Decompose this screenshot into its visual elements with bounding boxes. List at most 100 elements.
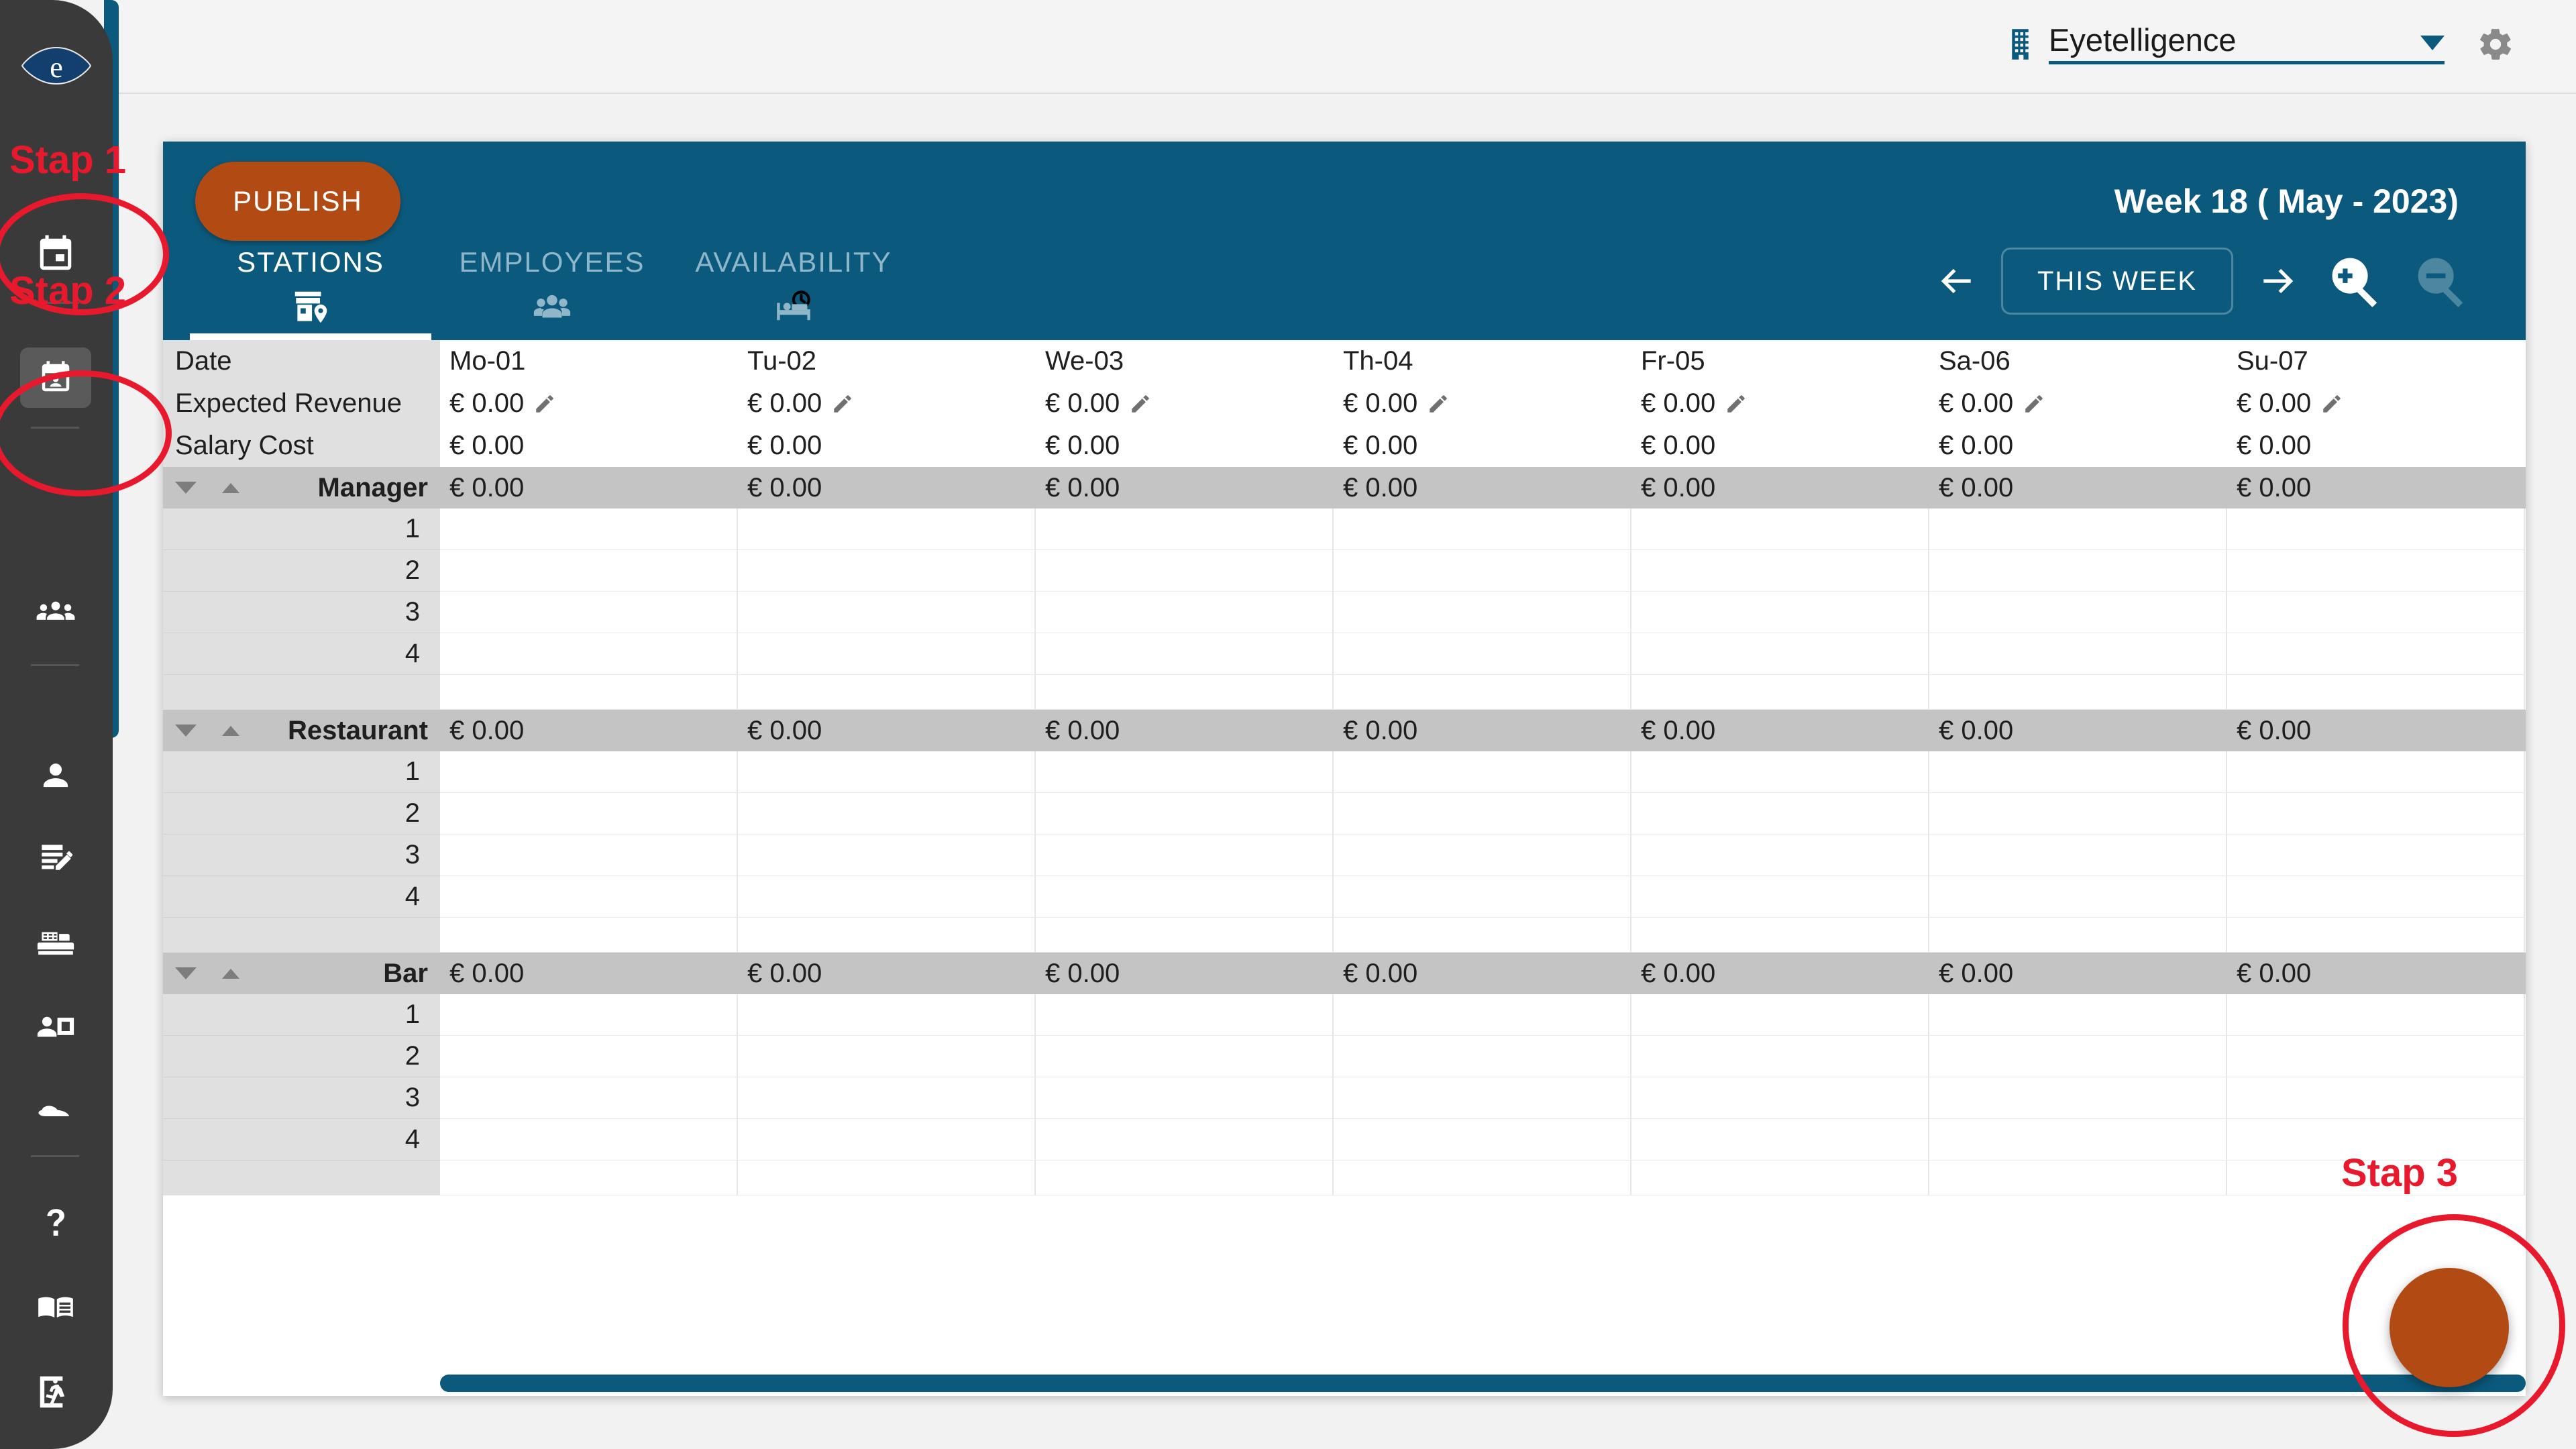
shift-cell[interactable] — [1631, 592, 1929, 633]
shift-cell[interactable] — [440, 835, 738, 876]
gear-icon[interactable] — [2477, 25, 2514, 63]
sidebar-item-help[interactable] — [12, 1187, 99, 1261]
shift-cell[interactable] — [440, 633, 738, 675]
shift-cell[interactable] — [738, 835, 1036, 876]
expected-revenue-cell[interactable]: € 0.00 — [1036, 382, 1334, 425]
zoom-in-button[interactable] — [2322, 248, 2389, 315]
shift-cell[interactable] — [1036, 994, 1334, 1036]
shift-cell[interactable] — [738, 550, 1036, 592]
pencil-icon[interactable] — [1427, 392, 1450, 415]
expected-revenue-cell[interactable]: € 0.00 — [440, 382, 738, 425]
shift-cell[interactable] — [738, 751, 1036, 793]
triangle-up-icon[interactable] — [222, 968, 239, 979]
shift-cell[interactable] — [2227, 835, 2525, 876]
shift-cell[interactable] — [1929, 550, 2227, 592]
shift-cell[interactable] — [1334, 592, 1631, 633]
slot-row[interactable]: 4 — [163, 1119, 2526, 1161]
sidebar-item-pos[interactable] — [12, 906, 99, 979]
expected-revenue-cell[interactable]: € 0.00 — [1334, 382, 1631, 425]
shift-cell[interactable] — [2227, 751, 2525, 793]
shift-cell[interactable] — [1334, 751, 1631, 793]
shift-cell[interactable] — [440, 876, 738, 918]
slot-row[interactable]: 3 — [163, 835, 2526, 876]
shift-cell[interactable] — [1631, 1036, 1929, 1077]
group-header-row[interactable]: Restaurant € 0.00 € 0.00 € 0.00 € 0.00 €… — [163, 710, 2526, 751]
shift-cell[interactable] — [2227, 876, 2525, 918]
shift-cell[interactable] — [1929, 1077, 2227, 1119]
shift-cell[interactable] — [440, 793, 738, 835]
shift-cell[interactable] — [1334, 633, 1631, 675]
pencil-icon[interactable] — [831, 392, 854, 415]
shift-cell[interactable] — [1036, 876, 1334, 918]
shift-cell[interactable] — [1631, 751, 1929, 793]
shift-cell[interactable] — [1036, 550, 1334, 592]
pencil-icon[interactable] — [533, 392, 556, 415]
tab-employees[interactable]: EMPLOYEES — [431, 246, 673, 340]
shift-cell[interactable] — [738, 592, 1036, 633]
shift-cell[interactable] — [1631, 876, 1929, 918]
shift-cell[interactable] — [1036, 1077, 1334, 1119]
horizontal-scrollbar-track[interactable] — [440, 1375, 2526, 1392]
shift-cell[interactable] — [1036, 1036, 1334, 1077]
shift-cell[interactable] — [2227, 508, 2525, 550]
shift-cell[interactable] — [1631, 1077, 1929, 1119]
shift-cell[interactable] — [1036, 592, 1334, 633]
slot-row[interactable]: 1 — [163, 508, 2526, 550]
shift-cell[interactable] — [1036, 633, 1334, 675]
shift-cell[interactable] — [1929, 633, 2227, 675]
shift-cell[interactable] — [1334, 1077, 1631, 1119]
pencil-icon[interactable] — [2320, 392, 2343, 415]
shift-cell[interactable] — [1334, 550, 1631, 592]
shift-cell[interactable] — [738, 994, 1036, 1036]
publish-button[interactable]: PUBLISH — [195, 162, 400, 241]
slot-row[interactable]: 2 — [163, 550, 2526, 592]
next-week-button[interactable] — [2252, 256, 2303, 307]
expected-revenue-cell[interactable]: € 0.00 — [1929, 382, 2227, 425]
pencil-icon[interactable] — [1725, 392, 1748, 415]
sidebar-item-logout[interactable] — [12, 1355, 99, 1429]
shift-cell[interactable] — [440, 508, 738, 550]
shift-cell[interactable] — [738, 1119, 1036, 1161]
shift-cell[interactable] — [738, 793, 1036, 835]
sidebar-item-documents[interactable] — [12, 822, 99, 896]
shift-cell[interactable] — [1334, 508, 1631, 550]
expected-revenue-cell[interactable]: € 0.00 — [2227, 382, 2525, 425]
triangle-down-icon[interactable] — [175, 724, 197, 737]
shift-cell[interactable] — [2227, 994, 2525, 1036]
slot-row[interactable]: 1 — [163, 994, 2526, 1036]
shift-cell[interactable] — [2227, 592, 2525, 633]
slot-row[interactable]: 4 — [163, 876, 2526, 918]
tab-stations[interactable]: STATIONS — [190, 246, 431, 340]
shift-cell[interactable] — [738, 876, 1036, 918]
shift-cell[interactable] — [2227, 550, 2525, 592]
sidebar-item-profile[interactable] — [12, 738, 99, 812]
shift-cell[interactable] — [1334, 876, 1631, 918]
app-logo[interactable]: e — [0, 42, 113, 90]
shift-cell[interactable] — [1929, 793, 2227, 835]
shift-cell[interactable] — [1334, 1119, 1631, 1161]
group-header-row[interactable]: Bar € 0.00 € 0.00 € 0.00 € 0.00 € 0.00 €… — [163, 953, 2526, 994]
shift-cell[interactable] — [738, 1036, 1036, 1077]
pencil-icon[interactable] — [1129, 392, 1152, 415]
shift-cell[interactable] — [2227, 1036, 2525, 1077]
slot-row[interactable]: 3 — [163, 1077, 2526, 1119]
shift-cell[interactable] — [738, 508, 1036, 550]
zoom-out-button[interactable] — [2408, 248, 2475, 315]
slot-row[interactable]: 2 — [163, 793, 2526, 835]
chevron-down-icon[interactable] — [2420, 36, 2445, 50]
shift-cell[interactable] — [1929, 835, 2227, 876]
shift-cell[interactable] — [738, 633, 1036, 675]
previous-week-button[interactable] — [1931, 256, 1982, 307]
triangle-down-icon[interactable] — [175, 482, 197, 494]
shift-cell[interactable] — [1631, 633, 1929, 675]
triangle-down-icon[interactable] — [175, 967, 197, 979]
group-header-row[interactable]: Manager € 0.00 € 0.00 € 0.00 € 0.00 € 0.… — [163, 467, 2526, 508]
shift-cell[interactable] — [440, 592, 738, 633]
shift-cell[interactable] — [440, 1077, 738, 1119]
slot-row[interactable]: 1 — [163, 751, 2526, 793]
shift-cell[interactable] — [440, 550, 738, 592]
shift-cell[interactable] — [1929, 508, 2227, 550]
shift-cell[interactable] — [440, 751, 738, 793]
shift-cell[interactable] — [1036, 835, 1334, 876]
shift-cell[interactable] — [738, 1077, 1036, 1119]
